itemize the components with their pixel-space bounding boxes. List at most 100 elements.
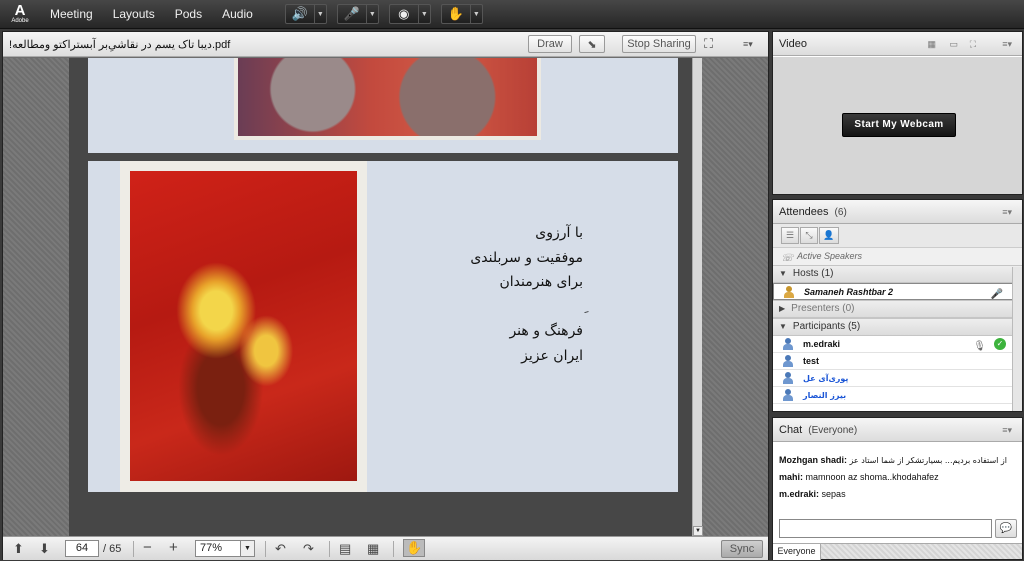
status-control: ✋ ▼ [440,4,483,24]
pointer-button[interactable]: ⬊ [579,35,605,53]
grid-view-icon[interactable]: ▦ [927,39,936,50]
speaker-dropdown-icon[interactable]: ▼ [314,4,327,24]
microphone-control: 🎤 ▼ [336,4,379,24]
camera-control: ◉ ▼ [388,4,431,24]
share-pod: !دیبا تاک یسم در نقاشیِ‌بر آبستراکتو ومط… [2,31,769,560]
pod-options-icon[interactable]: ≡▾ [1002,207,1012,218]
fullscreen-icon[interactable]: ⛶ [704,36,713,52]
stop-sharing-button[interactable]: Stop Sharing [622,35,696,53]
list-view-icon[interactable]: ☰ [781,227,799,244]
phone-icon: ☏ [781,253,794,264]
poem-line: با آرزوی [535,225,583,241]
toolbar-divider [329,541,330,557]
rotate-left-icon[interactable]: ↶ [275,541,286,557]
tab-everyone[interactable]: Everyone [773,544,821,560]
collapse-view-icon[interactable]: ⤡ [800,227,818,244]
toolbar-divider [393,541,394,557]
shared-file-title: !دیبا تاک یسم در نقاشیِ‌بر آبستراکتو ومط… [9,39,231,51]
slide-poem: با آرزوی موفقیت و سربلندی برای هنرمندان … [383,221,583,368]
poem-line: ِ [383,295,583,320]
user-icon [783,372,793,385]
attendee-row-host[interactable]: Samaneh Rashtbar 2 🎤 [773,283,1022,300]
hosts-group-header[interactable]: ▼ Hosts (1) [773,265,1022,283]
zoom-in-icon[interactable]: + [169,539,178,556]
attendee-row[interactable]: test [773,353,1022,370]
attendees-pod: Attendees (6) ≡▾ ☰ ⤡ 👤 ☏ Active Speakers … [772,199,1023,412]
fit-width-icon[interactable]: ▤ [339,541,351,557]
speaker-icon[interactable]: 🔊 [284,4,315,24]
slide-previous [88,58,678,153]
sync-button[interactable]: Sync [721,540,763,558]
slide-current: با آرزوی موفقیت و سربلندی برای هنرمندان … [88,161,678,492]
menu-layouts[interactable]: Layouts [103,7,165,21]
pointer-icon: ⬊ [587,38,597,51]
status-dropdown-icon[interactable]: ▼ [470,4,483,24]
page-total: / 65 [103,543,122,555]
fullscreen-icon[interactable]: ⛶ [970,39,976,50]
pod-options-icon[interactable]: ≡▾ [1002,39,1012,50]
start-webcam-button[interactable]: Start My Webcam [842,113,956,137]
attendees-pod-title: Attendees (6) [779,206,847,218]
agree-checkmark-icon: ✓ [994,338,1006,350]
attendee-name: پوری‌آی عل [803,374,849,383]
chat-pod-title: Chat (Everyone) [779,424,858,436]
attendees-pod-header: Attendees (6) ≡▾ [773,200,1022,224]
collapsed-triangle-icon: ▶ [779,304,786,313]
active-speakers: ☏ Active Speakers [773,248,1022,265]
poem-line: برای هنرمندان [499,274,584,290]
video-area: Start My Webcam [773,57,1022,194]
hand-tool-icon[interactable]: ✋ [403,539,426,557]
chat-pod: Chat (Everyone) ≡▾ Mozhgan shadi: از استف… [772,417,1023,560]
fit-page-icon[interactable]: ▦ [367,541,379,557]
painting-image-2 [130,171,357,481]
draw-button[interactable]: Draw [528,35,572,53]
send-message-button[interactable]: 💬 [995,519,1017,538]
single-view-icon[interactable]: ▭ [949,39,958,50]
vertical-scrollbar[interactable]: ▼ [692,58,703,536]
share-pod-header: !دیبا تاک یسم در نقاشیِ‌بر آبستراکتو ومط… [3,32,768,57]
webcam-dropdown-icon[interactable]: ▼ [418,4,431,24]
toolbar-divider [133,541,134,557]
user-icon [783,389,793,402]
presenters-group-header[interactable]: ▶ Presenters (0) [773,300,1022,318]
speaker-control: 🔊 ▼ [284,4,327,24]
chat-pod-header: Chat (Everyone) ≡▾ [773,418,1022,442]
next-page-arrow-icon[interactable]: ⬇ [39,541,50,557]
expanded-triangle-icon: ▼ [779,322,787,331]
pod-options-icon[interactable]: ≡▾ [1002,425,1012,436]
menu-pods[interactable]: Pods [165,7,212,21]
webcam-icon[interactable]: ◉ [388,4,419,24]
attendee-row[interactable]: پوری‌آی عل [773,370,1022,387]
microphone-dropdown-icon[interactable]: ▼ [366,4,379,24]
zoom-out-icon[interactable]: − [143,539,152,556]
adobe-logo-glyph: A [14,1,26,19]
zoom-select[interactable]: 77% ▼ [195,540,255,557]
menu-meeting[interactable]: Meeting [40,7,103,21]
microphone-muted-icon[interactable]: 🎤 [336,4,367,24]
attendee-view-toolbar: ☰ ⤡ 👤 [773,224,1022,248]
document-viewport[interactable]: با آرزوی موفقیت و سربلندی برای هنرمندان … [3,58,768,538]
attendees-scrollbar[interactable] [1012,267,1022,411]
adobe-logo-word: Adobe [11,17,29,24]
zoom-dropdown-icon[interactable]: ▼ [240,541,254,556]
video-pod-header: Video ▦ ▭ ⛶ ≡▾ [773,32,1022,56]
chat-input[interactable] [779,519,992,538]
pod-options-icon[interactable]: ≡▾ [743,39,753,50]
rotate-right-icon[interactable]: ↷ [303,541,314,557]
participants-group-header[interactable]: ▼ Participants (5) [773,318,1022,336]
host-user-icon [784,286,794,299]
status-view-icon[interactable]: 👤 [819,227,839,244]
chat-messages: Mozhgan shadi: از استفاده بردیم... بسیار… [773,442,1022,503]
page-number-input[interactable]: 64 [65,540,99,557]
speech-bubble-icon: 💬 [999,523,1013,534]
chat-message: Mozhgan shadi: از استفاده بردیم... بسیار… [779,455,1008,465]
raise-hand-icon[interactable]: ✋ [440,4,471,24]
prev-page-arrow-icon[interactable]: ⬆ [13,541,24,557]
menu-audio[interactable]: Audio [212,7,263,21]
scroll-down-icon[interactable]: ▼ [693,526,703,536]
painting-frame [120,161,367,492]
top-menu-bar: A Adobe Meeting Layouts Pods Audio 🔊 ▼ 🎤… [0,0,1024,29]
attendee-row[interactable]: m.edraki 🎙 ✓ [773,336,1022,353]
expanded-triangle-icon: ▼ [779,269,787,278]
attendee-row[interactable]: بیرز النصار [773,387,1022,404]
